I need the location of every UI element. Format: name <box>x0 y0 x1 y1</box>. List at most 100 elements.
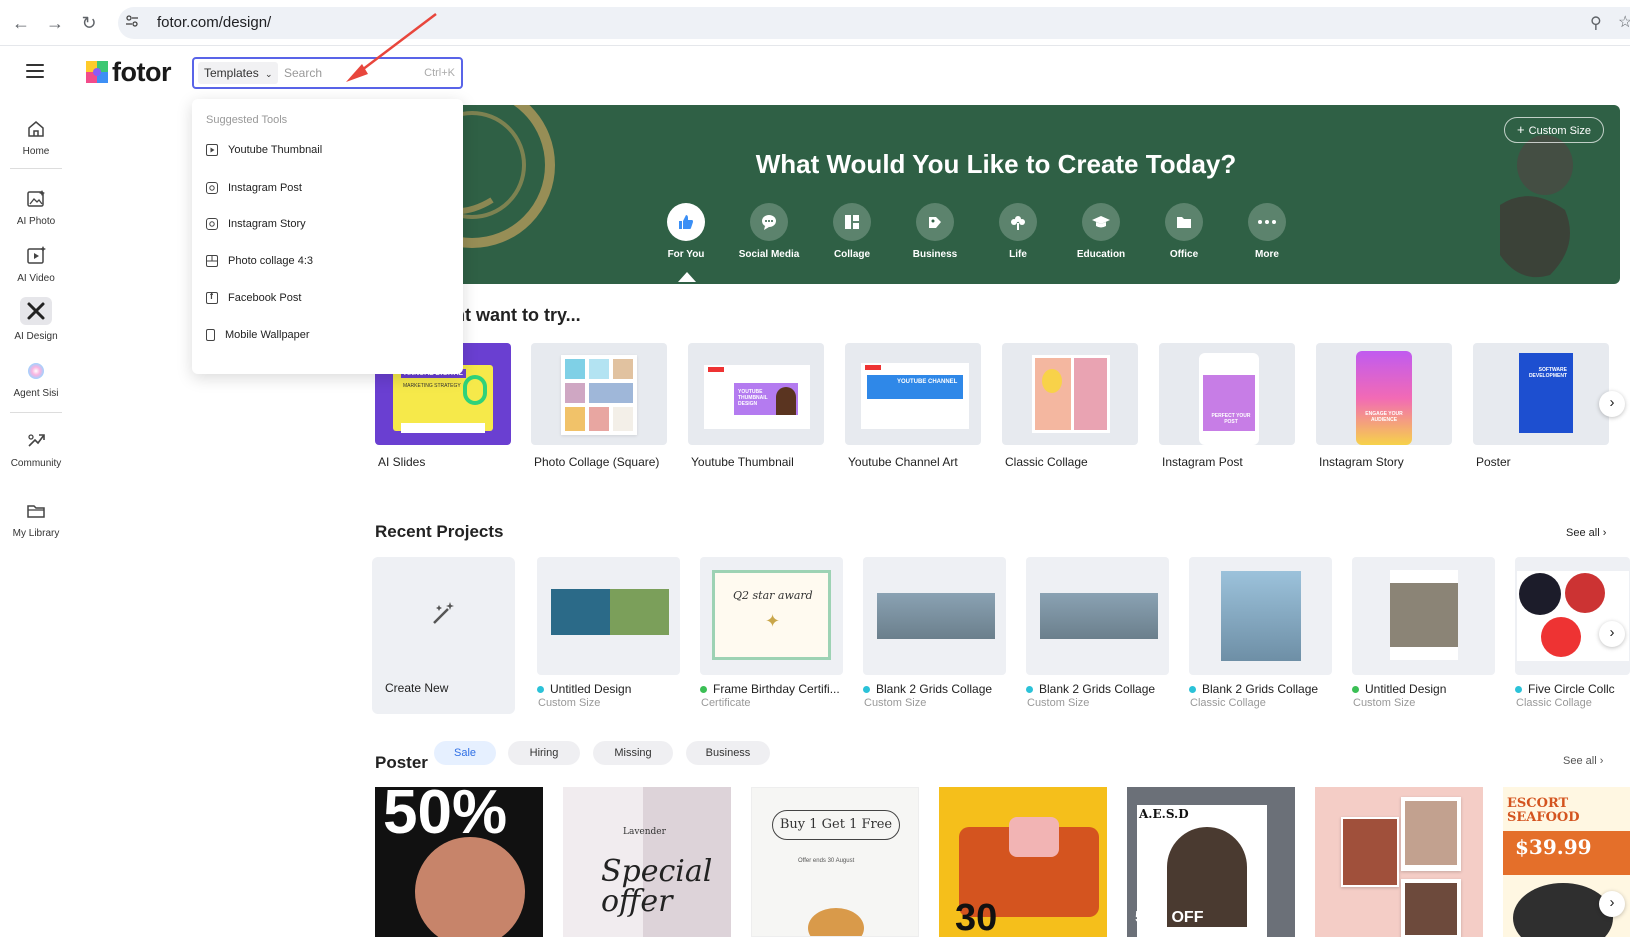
poster-next-button[interactable]: › <box>1599 891 1625 917</box>
forward-icon[interactable]: → <box>44 12 66 34</box>
category-office[interactable]: Office <box>1144 203 1224 260</box>
suggestion-instagram-story[interactable]: Instagram Story <box>206 214 306 234</box>
ig-story-thumbnail: ENGAGE YOUR AUDIENCE <box>1356 351 1412 445</box>
project-type: Classic Collage <box>1190 697 1266 709</box>
instagram-icon <box>206 182 218 194</box>
slide-ribbon <box>463 375 487 405</box>
try-card-youtube-channel-art[interactable]: YOUTUBE CHANNEL <box>845 343 981 445</box>
zoom-icon[interactable]: ⚲ <box>1590 13 1602 33</box>
category-education[interactable]: Education <box>1061 203 1141 260</box>
sidebar-item-home[interactable]: Home <box>0 118 72 157</box>
collage-thumbnail <box>561 355 637 435</box>
sidebar-item-ai-video[interactable]: AI Video <box>0 245 72 284</box>
try-card-instagram-story[interactable]: ENGAGE YOUR AUDIENCE <box>1316 343 1452 445</box>
poster-text: A.E.S.D <box>1139 807 1189 821</box>
poster-card-4[interactable]: 30 <box>939 787 1107 937</box>
url-text[interactable]: fotor.com/design/ <box>157 14 271 31</box>
try-next-button[interactable]: › <box>1599 391 1625 417</box>
status-dot <box>1189 685 1196 693</box>
poster-card-5[interactable]: A.E.S.D 50% OFF <box>1127 787 1295 937</box>
chip-business[interactable]: Business <box>686 741 770 765</box>
chip-missing[interactable]: Missing <box>593 741 673 765</box>
sidebar-item-agent-sisi[interactable]: Agent Sisi <box>0 360 72 399</box>
site-settings-icon[interactable] <box>125 14 139 28</box>
category-label: Collage <box>833 249 871 260</box>
flower-icon <box>999 203 1037 241</box>
project-card-2[interactable]: Q2 star award ✦ <box>700 557 843 675</box>
try-card-poster[interactable]: SOFTWARE DEVELOPMENT <box>1473 343 1609 445</box>
poster-card-2[interactable]: Lavender Special offer <box>563 787 731 937</box>
poster-thumbnail: SOFTWARE DEVELOPMENT <box>1519 353 1573 433</box>
try-card-photo-collage[interactable] <box>531 343 667 445</box>
project-card-5[interactable] <box>1189 557 1332 675</box>
address-bar[interactable] <box>118 7 1630 39</box>
category-label: Social Media <box>738 249 800 260</box>
try-card-youtube-thumbnail[interactable]: YOUTUBE THUMBNAIL DESIGN <box>688 343 824 445</box>
project-type: Certificate <box>701 697 751 709</box>
suggestion-instagram-post[interactable]: Instagram Post <box>206 178 302 198</box>
category-life[interactable]: Life <box>978 203 1058 260</box>
poster-card-6[interactable] <box>1315 787 1483 937</box>
folder-icon <box>27 505 45 518</box>
project-card-6[interactable] <box>1352 557 1495 675</box>
graduation-cap-icon <box>1082 203 1120 241</box>
project-card-3[interactable] <box>863 557 1006 675</box>
poster-text: ESCORT SEAFOOD <box>1507 796 1580 825</box>
project-card-7[interactable] <box>1515 557 1630 675</box>
facebook-icon: f <box>206 291 218 304</box>
sidebar-item-ai-design[interactable]: AI Design <box>0 297 72 342</box>
project-card-4[interactable] <box>1026 557 1169 675</box>
recent-see-all-link[interactable]: See all › <box>1566 527 1606 539</box>
hero-title: What Would You Like to Create Today? <box>755 149 1237 179</box>
chip-hiring[interactable]: Hiring <box>508 741 580 765</box>
reload-icon[interactable]: ↻ <box>78 12 100 34</box>
try-card-instagram-post[interactable]: PERFECT YOUR POST <box>1159 343 1295 445</box>
category-business[interactable]: Business <box>895 203 975 260</box>
sidebar-item-community[interactable]: Community <box>0 430 72 469</box>
category-collage[interactable]: Collage <box>812 203 892 260</box>
poster-card-3[interactable]: Buy 1 Get 1 Free Offer ends 30 August <box>751 787 919 937</box>
category-more[interactable]: More <box>1227 203 1307 260</box>
project-type: Classic Collage <box>1516 697 1592 709</box>
search-input[interactable]: Search <box>284 66 322 80</box>
sidebar-divider <box>10 168 62 169</box>
suggestion-youtube-thumbnail[interactable]: Youtube Thumbnail <box>206 140 322 160</box>
custom-size-button[interactable]: + Custom Size <box>1504 117 1604 143</box>
bookmark-star-icon[interactable]: ☆ <box>1618 12 1630 32</box>
search-scope-select[interactable]: Templates ⌄ <box>198 62 278 84</box>
sidebar-item-my-library[interactable]: My Library <box>0 500 72 539</box>
ai-photo-icon <box>27 190 45 207</box>
suggestion-photo-collage[interactable]: Photo collage 4:3 <box>206 251 313 271</box>
try-card-classic-collage[interactable] <box>1002 343 1138 445</box>
poster-see-all-link[interactable]: See all › <box>1563 755 1603 767</box>
category-social-media[interactable]: Social Media <box>729 203 809 260</box>
back-icon[interactable]: ← <box>10 12 32 34</box>
recent-next-button[interactable]: › <box>1599 621 1625 647</box>
ig-post-art: PERFECT YOUR POST <box>1203 375 1255 431</box>
poster-card-1[interactable]: 50% <box>375 787 543 937</box>
sidebar-item-ai-photo[interactable]: AI Photo <box>0 188 72 227</box>
suggestion-mobile-wallpaper[interactable]: Mobile Wallpaper <box>206 325 310 345</box>
chip-sale[interactable]: Sale <box>434 741 496 765</box>
category-for-you[interactable]: For You <box>646 203 726 260</box>
project-type: Custom Size <box>864 697 927 709</box>
poster-text: Special offer <box>601 854 713 919</box>
suggestion-facebook-post[interactable]: f Facebook Post <box>206 288 301 308</box>
project-thumbnail <box>1517 571 1629 661</box>
menu-icon[interactable] <box>26 64 44 78</box>
category-label: Life <box>1009 249 1027 260</box>
certificate-text: Q2 star award <box>733 589 813 602</box>
project-type: Custom Size <box>1027 697 1090 709</box>
sidebar-item-label: AI Video <box>17 273 55 284</box>
collage-icon <box>206 255 218 267</box>
active-category-pointer <box>678 272 696 282</box>
try-card-label: Youtube Thumbnail <box>691 455 794 469</box>
fotor-logo[interactable]: fotor <box>86 57 171 87</box>
project-card-1[interactable] <box>537 557 680 675</box>
create-new-card[interactable]: Create New <box>372 557 515 714</box>
poster-text: Buy 1 Get 1 Free <box>772 810 900 840</box>
project-type: Custom Size <box>1353 697 1416 709</box>
status-dot <box>1026 685 1033 693</box>
search-bar[interactable]: Templates ⌄ Search Ctrl+K <box>192 57 463 89</box>
community-icon <box>28 434 45 447</box>
